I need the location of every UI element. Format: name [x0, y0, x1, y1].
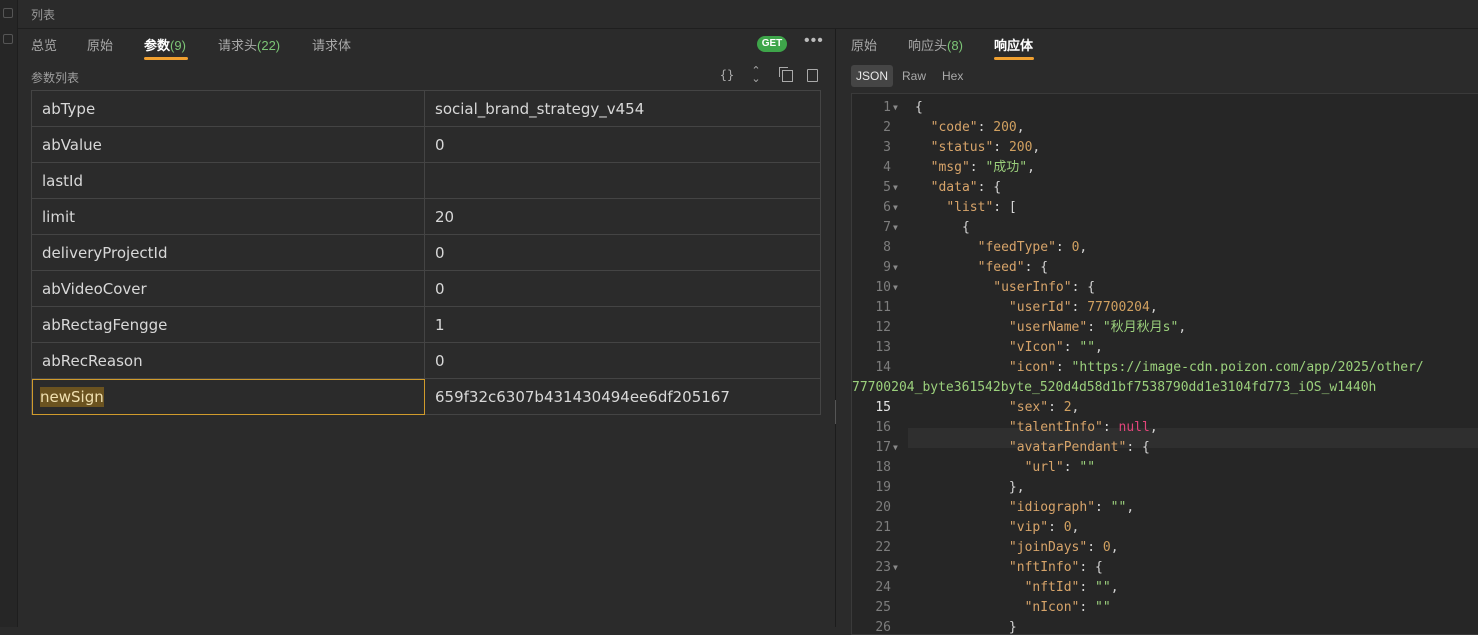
active-tab-indicator [994, 57, 1034, 60]
left-activity-strip [0, 0, 18, 627]
tab-label: 请求体 [312, 38, 352, 53]
tab-request-headers[interactable]: 请求头(22) [218, 35, 280, 54]
file-icon[interactable] [807, 69, 818, 82]
fold-icon[interactable]: ▼ [893, 178, 898, 198]
param-value[interactable] [424, 162, 821, 199]
fold-icon[interactable]: ▼ [893, 438, 898, 458]
table-row[interactable]: abVideoCover 0 [31, 270, 821, 307]
tab-response-headers[interactable]: 响应头(8) [908, 35, 963, 54]
tab-response-body[interactable]: 响应体 [994, 35, 1033, 54]
method-badge: GET [757, 36, 787, 52]
param-key[interactable]: lastId [31, 162, 425, 199]
tab-response-raw[interactable]: 原始 [851, 35, 877, 54]
response-pane: 原始 响应头(8) 响应体 JSON Raw Hex 1 ▼{ 2 "code":… [836, 29, 1478, 635]
tab-label: 请求头 [218, 38, 258, 53]
table-row[interactable]: abValue 0 [31, 126, 821, 163]
request-pane: 总览 原始 参数(9) 请求头(22) 请求体 GET ••• 参数列表 {} … [18, 29, 835, 627]
param-value[interactable]: 1 [424, 306, 821, 343]
braces-icon[interactable]: {} [719, 67, 735, 83]
fold-icon[interactable]: ▼ [893, 558, 898, 578]
param-value[interactable]: 0 [424, 126, 821, 163]
param-key[interactable]: limit [31, 198, 425, 235]
param-key[interactable]: abRecReason [31, 342, 425, 379]
tab-params[interactable]: 参数(9) [144, 35, 186, 54]
param-key-selected[interactable]: newSign [31, 378, 425, 415]
table-row[interactable]: limit 20 [31, 198, 821, 235]
fold-icon[interactable]: ▼ [893, 258, 898, 278]
json-viewer[interactable]: 1 ▼{ 2 "code": 200, 3 "status": 200, 4 "m… [851, 93, 1478, 635]
param-key[interactable]: abType [31, 90, 425, 127]
selected-key-text: newSign [40, 386, 104, 407]
fold-icon[interactable]: ▼ [893, 218, 898, 238]
table-row-selected[interactable]: newSign 659f32c6307b431430494ee6df205167 [31, 378, 821, 415]
tab-raw[interactable]: 原始 [87, 35, 113, 54]
tab-label: 原始 [851, 38, 878, 53]
param-value[interactable]: 0 [424, 234, 821, 271]
more-icon[interactable]: ••• [804, 32, 824, 50]
param-key[interactable]: abRectagFengge [31, 306, 425, 343]
tab-label: 原始 [87, 38, 114, 53]
tab-label: 参数 [144, 38, 171, 53]
table-row[interactable]: abType social_brand_strategy_v454 [31, 90, 821, 127]
copy-icon[interactable] [779, 67, 793, 82]
tab-label: 响应头 [908, 38, 948, 53]
param-key[interactable]: abValue [31, 126, 425, 163]
tab-request-body[interactable]: 请求体 [312, 35, 351, 54]
table-row[interactable]: abRecReason 0 [31, 342, 821, 379]
param-key[interactable]: abVideoCover [31, 270, 425, 307]
fold-icon[interactable]: ▼ [893, 278, 898, 298]
params-table: abType social_brand_strategy_v454 abValue… [31, 90, 821, 415]
expand-collapse-icon[interactable]: ⌃ ⌄ [748, 66, 764, 85]
format-json[interactable]: JSON [851, 65, 894, 87]
param-value[interactable]: 20 [424, 198, 821, 235]
strip-icon[interactable] [3, 8, 13, 18]
tab-overview[interactable]: 总览 [31, 35, 57, 54]
tab-count: (9) [170, 38, 186, 53]
param-value[interactable]: social_brand_strategy_v454 [424, 90, 821, 127]
param-key[interactable]: deliveryProjectId [31, 234, 425, 271]
fold-icon[interactable]: ▼ [893, 198, 898, 218]
table-row[interactable]: abRectagFengge 1 [31, 306, 821, 343]
params-list-label: 参数列表 [31, 71, 80, 85]
table-row[interactable]: deliveryProjectId 0 [31, 234, 821, 271]
format-raw[interactable]: Raw [897, 65, 931, 87]
active-tab-indicator [144, 57, 188, 60]
tab-count: (22) [257, 38, 281, 53]
format-hex[interactable]: Hex [937, 65, 968, 87]
param-value[interactable]: 0 [424, 342, 821, 379]
top-bar: 列表 [18, 0, 1478, 29]
tab-label: 总览 [31, 38, 58, 53]
request-tabs: 总览 原始 参数(9) 请求头(22) 请求体 GET ••• [18, 29, 835, 61]
param-value[interactable]: 0 [424, 270, 821, 307]
strip-icon[interactable] [3, 34, 13, 44]
fold-icon[interactable]: ▼ [893, 98, 898, 118]
section-title: 列表 [31, 8, 56, 22]
table-row[interactable]: lastId [31, 162, 821, 199]
param-value[interactable]: 659f32c6307b431430494ee6df205167 [424, 378, 821, 415]
tab-label: 响应体 [994, 38, 1034, 53]
tab-count: (8) [947, 38, 963, 53]
